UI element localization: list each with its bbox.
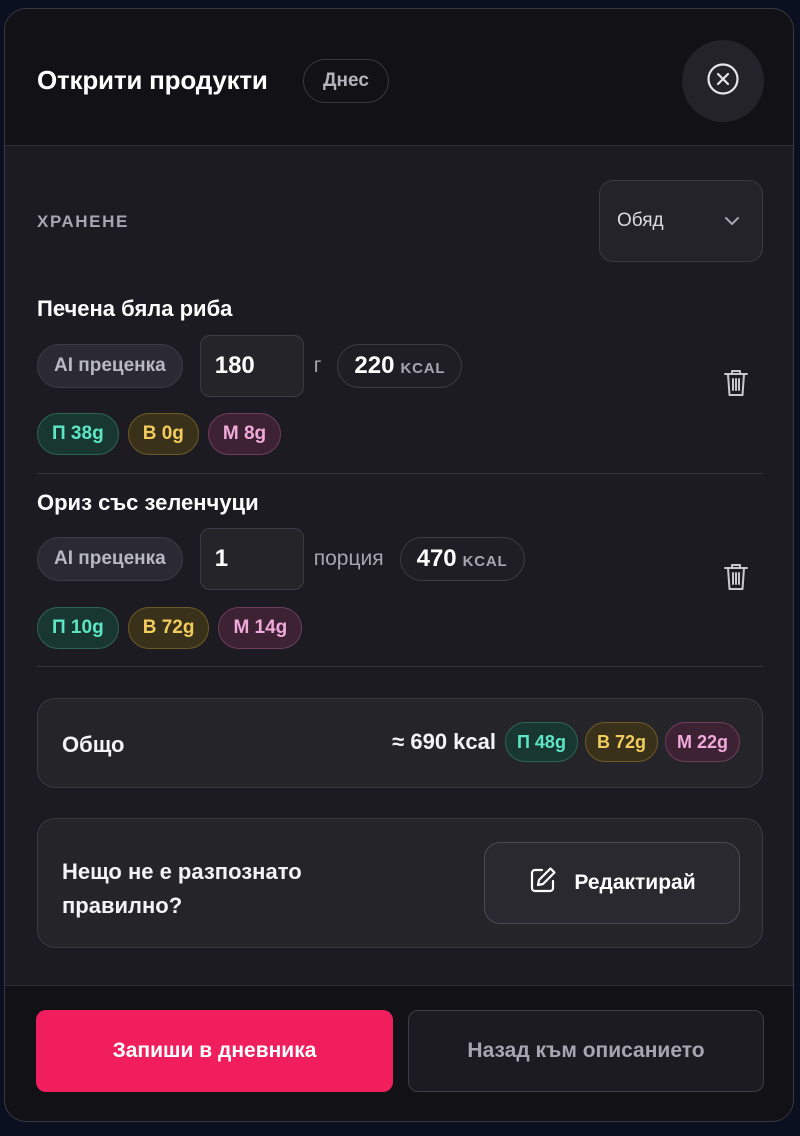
kcal-unit: KCAL: [462, 553, 508, 570]
edit-button-label: Редактирай: [574, 871, 696, 894]
divider: [37, 473, 763, 474]
quantity-input[interactable]: 180: [199, 335, 304, 397]
meal-select-value: Обяд: [617, 210, 664, 231]
dialog-title: Открити продукти: [37, 65, 268, 95]
food-item: Печена бяла риба AI преценка 180 г 220 K…: [37, 296, 763, 466]
back-to-description-button[interactable]: Назад към описанието: [408, 1010, 764, 1092]
carbs-badge: В 72g: [127, 607, 210, 649]
trash-icon: [723, 564, 749, 596]
fat-badge: М 8g: [207, 413, 282, 455]
ai-estimate-badge: AI преценка: [37, 344, 183, 388]
dialog-footer: Запиши в дневника Назад към описанието: [5, 985, 793, 1121]
discovered-products-dialog: Открити продукти Днес ХРАНЕНЕ Обяд Печен…: [4, 8, 794, 1122]
food-item: Ориз със зеленчуци AI преценка 1 порция …: [37, 490, 763, 660]
ai-estimate-badge: AI преценка: [37, 537, 183, 581]
date-badge: Днес: [303, 59, 389, 103]
protein-badge: П 10g: [37, 607, 119, 649]
chevron-down-icon: [724, 210, 740, 232]
fat-badge: М 14g: [218, 607, 303, 649]
food-item-name: Ориз със зеленчуци: [37, 490, 259, 515]
delete-button[interactable]: [723, 368, 749, 403]
protein-badge: П 38g: [37, 413, 119, 455]
kcal-value: 470: [416, 545, 457, 572]
total-carbs-badge: В 72g: [584, 722, 658, 762]
correction-question: Нещо не е разпознато правилно?: [62, 859, 302, 918]
pencil-square-icon: [528, 865, 558, 901]
macro-list: П 10g В 72g М 14g: [37, 607, 303, 649]
close-circle-icon: [706, 62, 740, 101]
total-kcal: ≈ 690 kcal: [392, 729, 496, 754]
meal-select[interactable]: Обяд: [599, 180, 763, 262]
food-item-row: AI преценка 1 порция 470 KCAL: [37, 528, 525, 590]
meal-label: ХРАНЕНЕ: [37, 212, 129, 231]
kcal-badge: 220 KCAL: [337, 344, 463, 388]
total-fat-badge: М 22g: [664, 722, 740, 762]
correction-card: Нещо не е разпознато правилно? Редактира…: [37, 818, 763, 948]
total-label: Общо: [62, 732, 125, 757]
unit-label: г: [313, 354, 322, 377]
kcal-badge: 470 KCAL: [399, 537, 525, 581]
dialog-header: Открити продукти Днес: [5, 9, 793, 146]
macro-list: П 38g В 0g М 8g: [37, 413, 282, 455]
kcal-unit: KCAL: [400, 360, 446, 377]
divider: [37, 666, 763, 667]
close-button[interactable]: [682, 40, 764, 122]
save-to-diary-button[interactable]: Запиши в дневника: [36, 1010, 393, 1092]
total-summary: Общо ≈ 690 kcal П 48g В 72g М 22g: [37, 698, 763, 788]
total-values: ≈ 690 kcal П 48g В 72g М 22g: [392, 722, 740, 762]
unit-label: порция: [313, 547, 384, 570]
edit-button[interactable]: Редактирай: [484, 842, 740, 924]
kcal-value: 220: [354, 352, 395, 379]
carbs-badge: В 0g: [127, 413, 199, 455]
trash-icon: [723, 370, 749, 402]
food-item-row: AI преценка 180 г 220 KCAL: [37, 335, 463, 397]
food-item-name: Печена бяла риба: [37, 296, 233, 321]
total-protein-badge: П 48g: [504, 722, 578, 762]
delete-button[interactable]: [723, 562, 749, 597]
quantity-input[interactable]: 1: [199, 528, 304, 590]
